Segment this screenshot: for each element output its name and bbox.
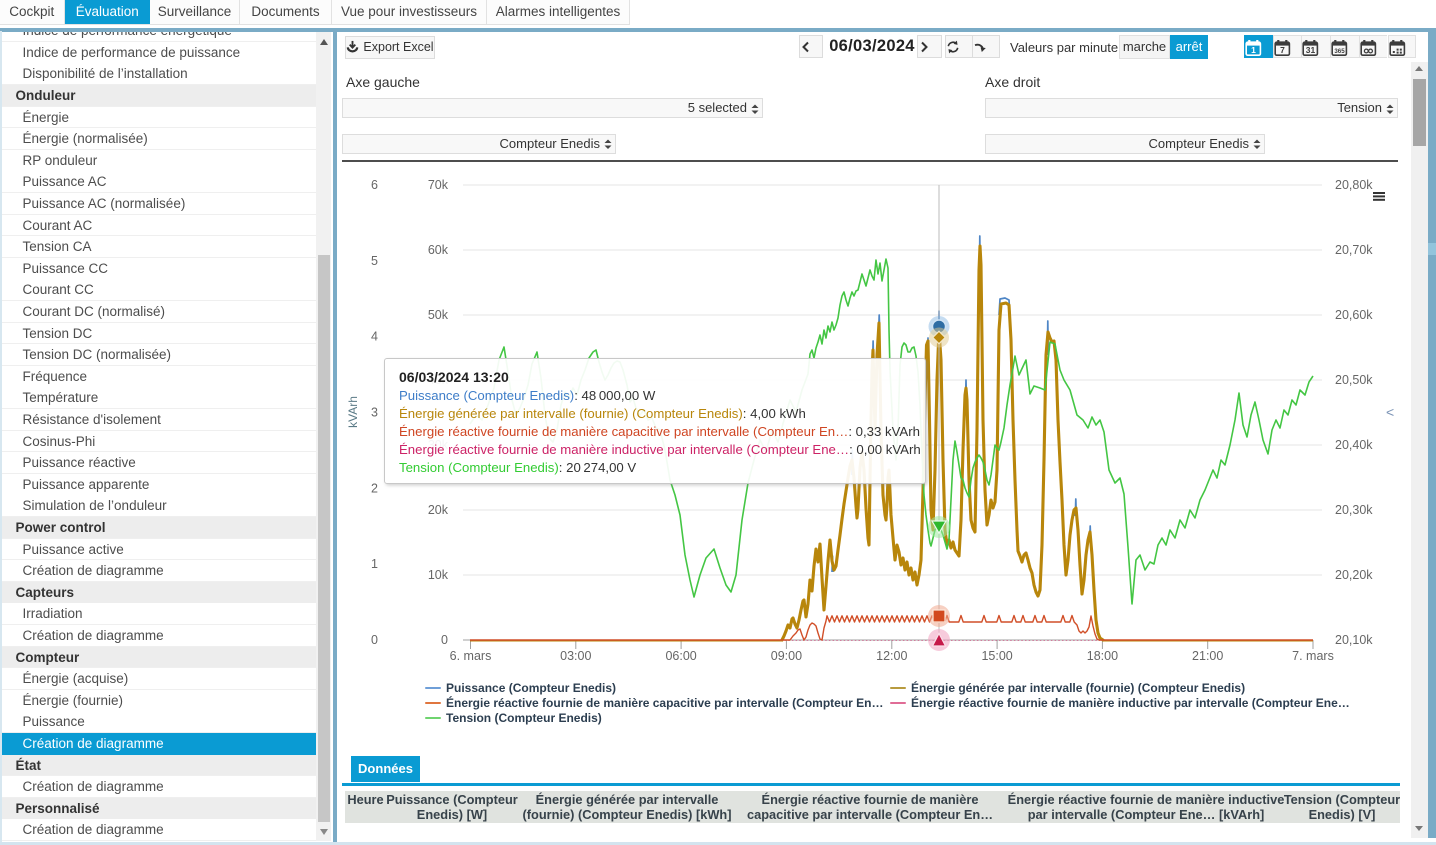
svg-text:0: 0: [441, 633, 448, 647]
svg-text:12:00: 12:00: [876, 649, 907, 663]
svg-text:60k: 60k: [428, 243, 449, 257]
svg-text:6. mars: 6. mars: [450, 649, 492, 663]
svg-text:kVArh: kVArh: [346, 396, 360, 428]
svg-text:1: 1: [371, 557, 378, 571]
svg-text:5: 5: [371, 254, 378, 268]
svg-text:20,10k: 20,10k: [1335, 633, 1373, 647]
svg-text:21:00: 21:00: [1192, 649, 1223, 663]
svg-text:18:00: 18:00: [1087, 649, 1118, 663]
svg-text:20,70k: 20,70k: [1335, 243, 1373, 257]
svg-text:20,60k: 20,60k: [1335, 308, 1373, 322]
svg-text:20k: 20k: [428, 503, 449, 517]
svg-text:20,50k: 20,50k: [1335, 373, 1373, 387]
svg-text:2: 2: [371, 481, 378, 495]
svg-text:0: 0: [371, 633, 378, 647]
svg-text:15:00: 15:00: [981, 649, 1012, 663]
svg-text:20,20k: 20,20k: [1335, 568, 1373, 582]
svg-text:6: 6: [371, 178, 378, 192]
svg-text:20,40k: 20,40k: [1335, 438, 1373, 452]
svg-text:10k: 10k: [428, 568, 449, 582]
svg-text:3: 3: [371, 406, 378, 420]
svg-text:09:00: 09:00: [771, 649, 802, 663]
svg-text:4: 4: [371, 330, 378, 344]
svg-text:20,30k: 20,30k: [1335, 503, 1373, 517]
svg-text:06:00: 06:00: [665, 649, 696, 663]
svg-text:7. mars: 7. mars: [1292, 649, 1334, 663]
svg-text:<: <: [1386, 404, 1394, 420]
svg-text:20,80k: 20,80k: [1335, 178, 1373, 192]
svg-text:50k: 50k: [428, 308, 449, 322]
svg-text:03:00: 03:00: [560, 649, 591, 663]
svg-text:70k: 70k: [428, 178, 449, 192]
